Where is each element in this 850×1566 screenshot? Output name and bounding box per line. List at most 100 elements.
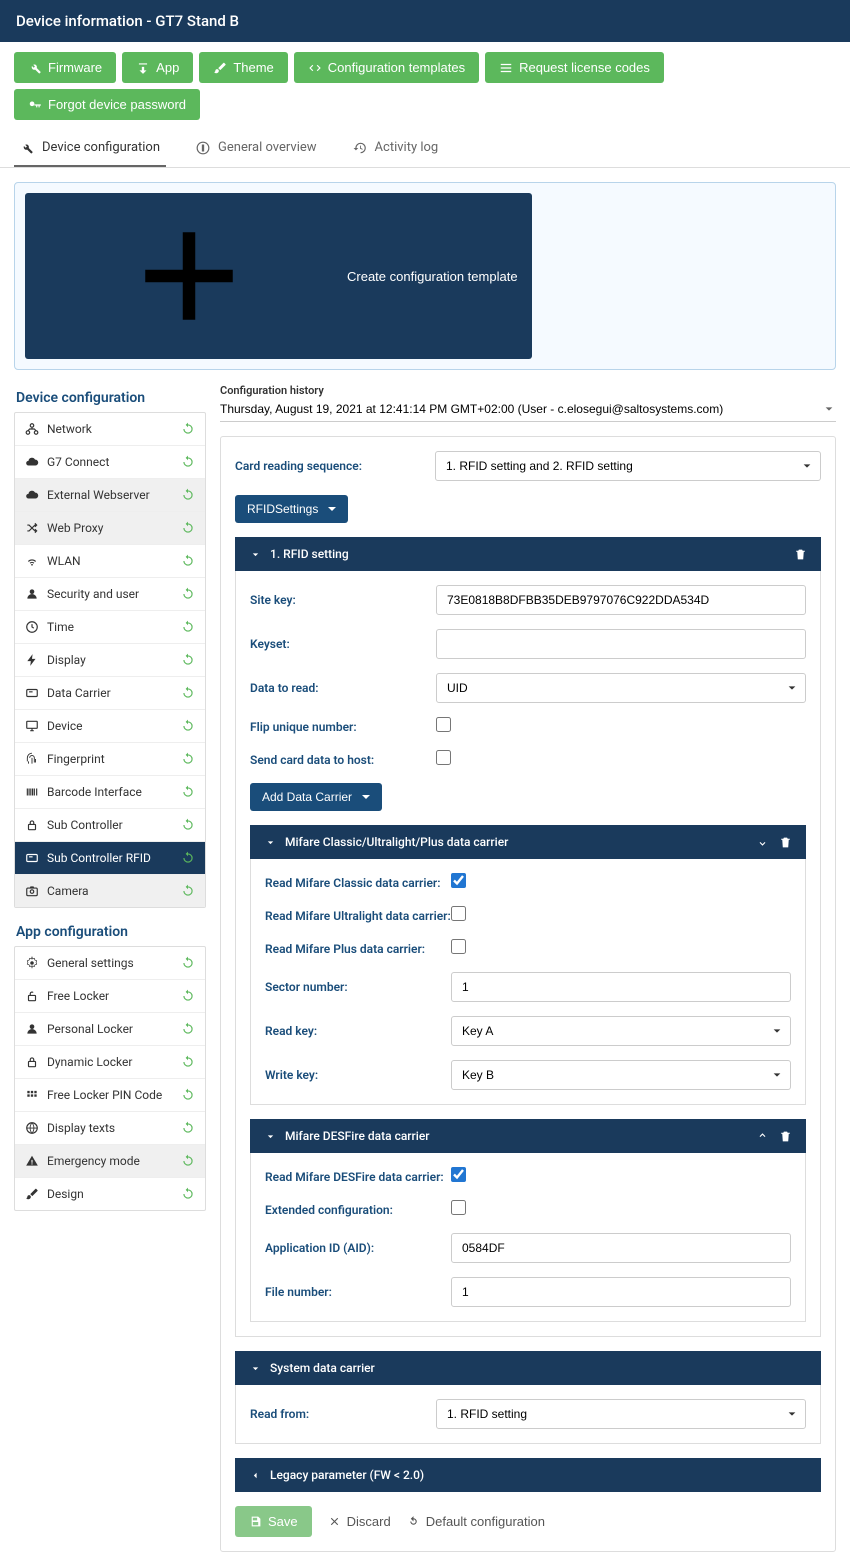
sidebar-item-external-webserver[interactable]: External Webserver [15, 479, 205, 512]
sidebar-item-wlan[interactable]: WLAN [15, 545, 205, 578]
read-from-label: Read from: [250, 1407, 436, 1421]
create-template-box: Create configuration template [14, 182, 836, 370]
app-button[interactable]: App [122, 52, 193, 83]
request-license-button[interactable]: Request license codes [485, 52, 664, 83]
data-to-read-select[interactable]: UID [436, 673, 806, 703]
sync-icon [181, 1022, 195, 1036]
sync-icon [181, 1088, 195, 1102]
trash-icon[interactable] [779, 1130, 792, 1143]
read-plus-checkbox[interactable] [451, 939, 466, 954]
sidebar-item-sub-controller[interactable]: Sub Controller [15, 809, 205, 842]
sync-icon [181, 422, 195, 436]
create-template-button[interactable]: Create configuration template [25, 193, 532, 359]
add-data-carrier-button[interactable]: Add Data Carrier [250, 783, 382, 811]
rfid-settings-button[interactable]: RFIDSettings [235, 495, 348, 523]
sidebar-item-time[interactable]: Time [15, 611, 205, 644]
code-icon [308, 61, 322, 75]
keyset-input[interactable] [436, 629, 806, 659]
chevron-down-icon [249, 1362, 262, 1375]
aid-input[interactable] [451, 1233, 791, 1263]
trash-icon[interactable] [794, 548, 807, 561]
sidebar-item-label: Security and user [47, 587, 139, 601]
sidebar-item-label: Web Proxy [47, 521, 103, 535]
sector-input[interactable] [451, 972, 791, 1002]
keyset-label: Keyset: [250, 637, 436, 651]
theme-button[interactable]: Theme [199, 52, 287, 83]
sync-icon [181, 653, 195, 667]
read-ultralight-checkbox[interactable] [451, 906, 466, 921]
mifare-classic-header[interactable]: Mifare Classic/Ultralight/Plus data carr… [250, 825, 806, 859]
firmware-button[interactable]: Firmware [14, 52, 116, 83]
sidebar-item-web-proxy[interactable]: Web Proxy [15, 512, 205, 545]
sidebar-icon [25, 422, 39, 436]
sidebar-item-personal-locker[interactable]: Personal Locker [15, 1013, 205, 1046]
tab-general-overview[interactable]: General overview [190, 130, 323, 167]
file-input[interactable] [451, 1277, 791, 1307]
config-history-select[interactable]: Thursday, August 19, 2021 at 12:41:14 PM… [220, 397, 836, 422]
trash-icon[interactable] [779, 836, 792, 849]
forgot-password-button[interactable]: Forgot device password [14, 89, 200, 120]
sidebar-item-label: Dynamic Locker [47, 1055, 132, 1069]
sidebar-item-label: Free Locker [47, 989, 109, 1003]
read-classic-checkbox[interactable] [451, 873, 466, 888]
sidebar-item-network[interactable]: Network [15, 413, 205, 446]
close-icon [328, 1515, 341, 1528]
sync-icon [181, 455, 195, 469]
sidebar-icon [25, 752, 39, 766]
arrow-up-icon[interactable] [756, 1130, 769, 1143]
write-key-select[interactable]: Key B [451, 1060, 791, 1090]
card-seq-select[interactable]: 1. RFID setting and 2. RFID setting [435, 451, 821, 481]
sidebar-item-label: WLAN [47, 554, 81, 568]
aid-label: Application ID (AID): [265, 1241, 451, 1255]
desfire-header[interactable]: Mifare DESFire data carrier [250, 1119, 806, 1153]
save-button[interactable]: Save [235, 1506, 312, 1537]
rfid1-header[interactable]: 1. RFID setting [235, 537, 821, 571]
config-templates-button[interactable]: Configuration templates [294, 52, 479, 83]
page-title: Device information - GT7 Stand B [0, 0, 850, 42]
sidebar-icon [25, 719, 39, 733]
read-classic-label: Read Mifare Classic data carrier: [265, 876, 451, 890]
tab-device-config[interactable]: Device configuration [14, 130, 166, 167]
sidebar-item-g7-connect[interactable]: G7 Connect [15, 446, 205, 479]
sidebar-item-fingerprint[interactable]: Fingerprint [15, 743, 205, 776]
sidebar-item-free-locker[interactable]: Free Locker [15, 980, 205, 1013]
content: Configuration history Thursday, August 1… [220, 384, 836, 1552]
default-config-button[interactable]: Default configuration [407, 1514, 545, 1529]
brush-icon [213, 61, 227, 75]
chevron-left-icon [249, 1469, 262, 1482]
legacy-header[interactable]: Legacy parameter (FW < 2.0) [235, 1458, 821, 1492]
sidebar-item-barcode-interface[interactable]: Barcode Interface [15, 776, 205, 809]
sidebar-item-display-texts[interactable]: Display texts [15, 1112, 205, 1145]
send-host-checkbox[interactable] [436, 750, 451, 765]
arrow-down-icon[interactable] [756, 836, 769, 849]
sidebar-item-free-locker-pin-code[interactable]: Free Locker PIN Code [15, 1079, 205, 1112]
sidebar-icon [25, 1088, 39, 1102]
sidebar-item-design[interactable]: Design [15, 1178, 205, 1210]
sidebar-icon [25, 1121, 39, 1135]
system-header[interactable]: System data carrier [235, 1351, 821, 1385]
sidebar-icon [25, 488, 39, 502]
sync-icon [181, 1187, 195, 1201]
ext-config-checkbox[interactable] [451, 1200, 466, 1215]
tab-activity-log[interactable]: Activity log [347, 130, 445, 167]
sidebar-item-security-and-user[interactable]: Security and user [15, 578, 205, 611]
read-from-select[interactable]: 1. RFID setting [436, 1399, 806, 1429]
sidebar-item-camera[interactable]: Camera [15, 875, 205, 907]
sidebar-item-display[interactable]: Display [15, 644, 205, 677]
read-desfire-checkbox[interactable] [451, 1167, 466, 1182]
sidebar-item-data-carrier[interactable]: Data Carrier [15, 677, 205, 710]
sidebar-icon [25, 884, 39, 898]
flip-checkbox[interactable] [436, 717, 451, 732]
chevron-down-icon [249, 548, 262, 561]
sidebar-item-emergency-mode[interactable]: Emergency mode [15, 1145, 205, 1178]
sidebar-item-sub-controller-rfid[interactable]: Sub Controller RFID [15, 842, 205, 875]
site-key-input[interactable] [436, 585, 806, 615]
save-icon [249, 1515, 262, 1528]
sidebar-icon [25, 521, 39, 535]
sidebar-item-device[interactable]: Device [15, 710, 205, 743]
sidebar-item-general-settings[interactable]: General settings [15, 947, 205, 980]
sidebar-item-dynamic-locker[interactable]: Dynamic Locker [15, 1046, 205, 1079]
data-to-read-label: Data to read: [250, 681, 436, 695]
discard-button[interactable]: Discard [328, 1514, 391, 1529]
read-key-select[interactable]: Key A [451, 1016, 791, 1046]
